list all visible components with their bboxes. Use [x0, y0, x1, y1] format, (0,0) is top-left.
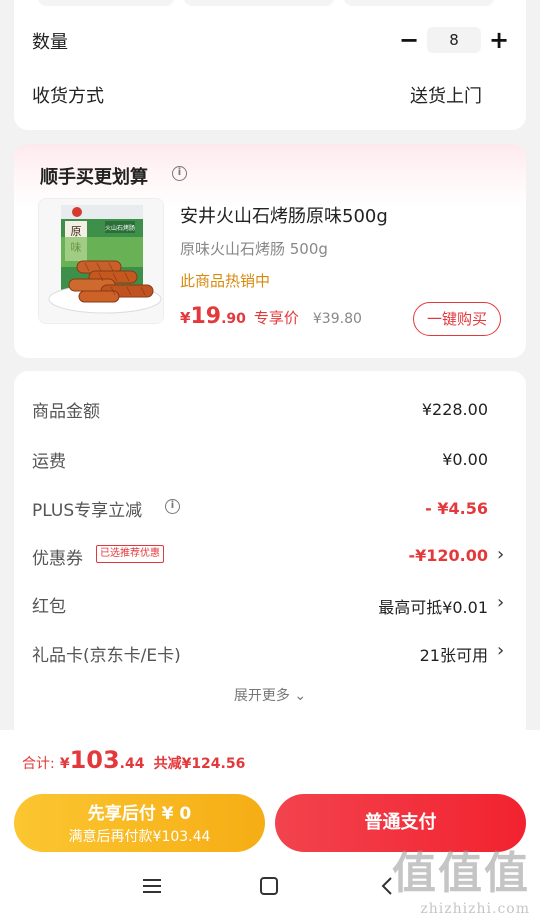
package-char-1: 原: [71, 225, 82, 238]
pay-later-main-label: 先享后付 ¥ 0: [87, 804, 192, 824]
delivery-value[interactable]: 送货上门: [410, 82, 482, 108]
total-amount: 合计: ¥103.44 共减¥124.56: [22, 746, 245, 774]
total-label: 合计:: [22, 756, 55, 772]
price-summary-card: 商品金额 ¥228.00 运费 ¥0.00 PLUS专享立减 i - ¥4.56…: [14, 371, 526, 741]
shipping-label: 运费: [32, 452, 66, 472]
price-decimal: .90: [221, 311, 246, 327]
checkout-bar: 合计: ¥103.44 共减¥124.56 先享后付 ¥ 0 满意后再付款¥10…: [0, 730, 540, 921]
total-symbol: ¥: [59, 756, 70, 772]
watermark: 值值值 zhizhizhi.com: [392, 837, 530, 917]
chevron-right-icon[interactable]: ›: [497, 641, 504, 661]
gift-card-value[interactable]: 21张可用: [420, 642, 488, 666]
price-symbol: ¥: [180, 309, 191, 327]
goods-amount-value: ¥228.00: [421, 400, 488, 419]
watermark-url: zhizhizhi.com: [420, 901, 530, 917]
expand-more-label: 展开更多: [233, 688, 290, 704]
spec-chip[interactable]: [184, 0, 334, 6]
product-image[interactable]: 原 味 火山石烤肠: [38, 198, 164, 324]
coupon-value[interactable]: -¥120.00: [408, 546, 488, 565]
price-tag: 专享价: [253, 309, 299, 327]
chevron-down-icon: ⌄: [294, 688, 307, 704]
spec-chip[interactable]: [38, 0, 174, 6]
red-packet-value[interactable]: 最高可抵¥0.01: [378, 594, 488, 618]
price-integer: 19: [190, 304, 222, 329]
info-icon[interactable]: i: [172, 166, 187, 181]
watermark-logo: 值值值: [392, 848, 530, 899]
quantity-input[interactable]: 8: [427, 27, 481, 53]
original-price: ¥39.80: [312, 311, 362, 327]
package-brand-text: 火山石烤肠: [105, 224, 135, 232]
red-packet-label: 红包: [32, 597, 66, 617]
quantity-plus-button[interactable]: +: [488, 28, 510, 52]
home-icon[interactable]: [258, 875, 280, 901]
pay-later-button[interactable]: 先享后付 ¥ 0 满意后再付款¥103.44: [14, 794, 265, 852]
gift-card-label: 礼品卡(京东卡/E卡): [32, 646, 181, 666]
one-click-buy-button[interactable]: 一键购买: [413, 302, 501, 336]
coupon-recommended-badge: 已选推荐优惠: [96, 545, 164, 563]
total-saving: 共减¥124.56: [153, 756, 246, 772]
info-icon[interactable]: i: [165, 499, 180, 514]
goods-amount-label: 商品金额: [32, 402, 100, 422]
total-integer: 103: [69, 746, 120, 774]
quantity-label: 数量: [32, 32, 68, 53]
product-price: ¥19.90 专享价 ¥39.80: [180, 304, 362, 329]
menu-icon[interactable]: [141, 875, 163, 901]
spec-chip[interactable]: [344, 0, 494, 6]
pay-later-sub-label: 满意后再付款¥103.44: [68, 829, 211, 845]
order-options-card: 数量 − 8 + 收货方式 送货上门: [14, 0, 526, 130]
chevron-right-icon[interactable]: ›: [497, 593, 504, 613]
shipping-value: ¥0.00: [442, 450, 488, 469]
chevron-right-icon[interactable]: ›: [497, 545, 504, 565]
plus-discount-label: PLUS专享立减: [32, 501, 143, 521]
product-spec: 原味火山石烤肠 500g: [180, 240, 328, 258]
recommend-card: 顺手买更划算 i 原 味 火山石烤肠: [14, 144, 526, 358]
expand-more-button[interactable]: 展开更多 ⌄: [14, 685, 526, 705]
coupon-label: 优惠券: [32, 549, 83, 569]
product-hot-label: 此商品热销中: [180, 272, 271, 290]
delivery-label: 收货方式: [32, 86, 104, 107]
quantity-minus-button[interactable]: −: [398, 28, 420, 52]
total-decimal: .44: [119, 756, 145, 772]
spec-chip-row: [14, 0, 526, 6]
product-name[interactable]: 安井火山石烤肠原味500g: [180, 202, 388, 228]
recommend-title: 顺手买更划算: [40, 167, 148, 188]
plus-discount-value: - ¥4.56: [425, 499, 488, 518]
